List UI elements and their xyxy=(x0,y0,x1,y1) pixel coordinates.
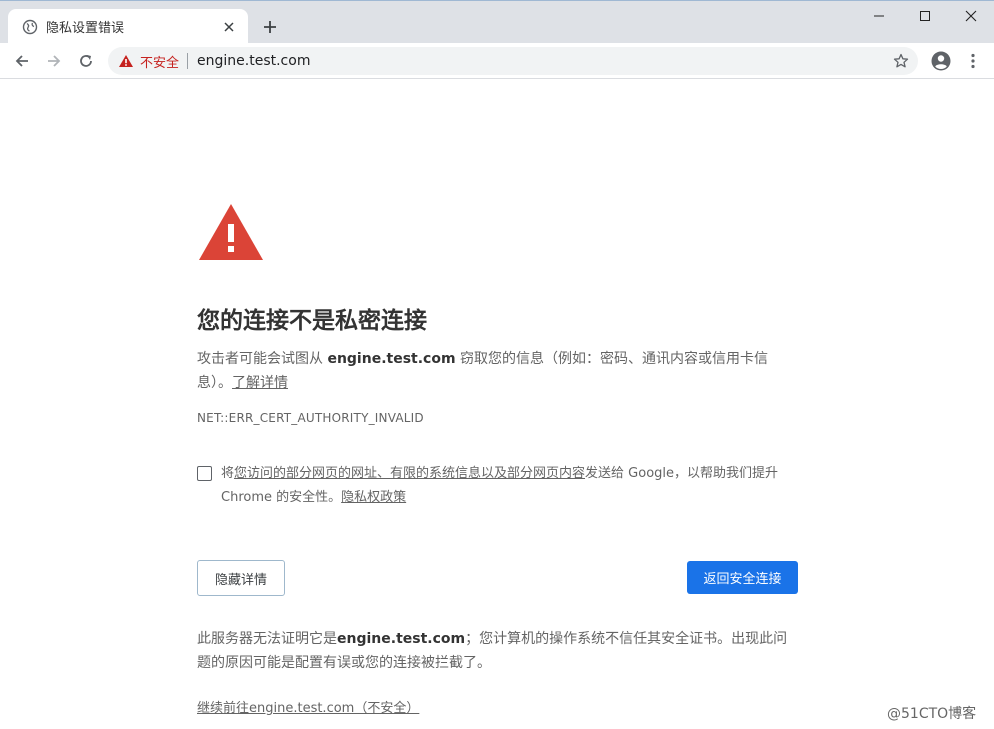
watermark: @51CTO博客 xyxy=(887,706,977,722)
forward-arrow-icon xyxy=(48,55,61,67)
browser-toolbar: 不安全 engine.test.com xyxy=(0,43,994,79)
main-message-host: engine.test.com xyxy=(327,351,456,367)
extended-reporting-checkbox[interactable] xyxy=(197,466,212,481)
main-message-prefix: 攻击者可能会试图从 xyxy=(197,351,328,367)
warning-triangle-icon[interactable] xyxy=(118,53,134,69)
details-host: engine.test.com xyxy=(337,631,466,647)
privacy-policy-link[interactable]: 隐私权政策 xyxy=(341,490,406,505)
tab-active[interactable]: 隐私设置错误 xyxy=(8,9,248,44)
new-tab-button[interactable] xyxy=(258,15,282,39)
reported-data-link[interactable]: 您访问的部分网页的网址、有限的系统信息以及部分网页内容 xyxy=(234,466,585,481)
omnibox-divider xyxy=(187,53,189,69)
proceed-unsafe-link[interactable]: 继续前往engine.test.com（不安全） xyxy=(197,697,419,716)
globe-icon xyxy=(22,19,38,35)
plus-icon xyxy=(264,21,276,33)
page-title: 您的连接不是私密连接 xyxy=(197,308,427,334)
extended-reporting-row: 将您访问的部分网页的网址、有限的系统信息以及部分网页内容发送给 Google，以… xyxy=(197,462,798,510)
close-window-icon[interactable] xyxy=(948,1,994,31)
star-icon[interactable] xyxy=(892,52,910,70)
extended-reporting-text: 将您访问的部分网页的网址、有限的系统信息以及部分网页内容发送给 Google，以… xyxy=(221,462,798,510)
url-text[interactable]: engine.test.com xyxy=(197,53,310,69)
maximize-icon[interactable] xyxy=(902,1,948,31)
tab-title: 隐私设置错误 xyxy=(46,21,125,36)
window-controls xyxy=(856,1,994,31)
learn-more-link[interactable]: 了解详情 xyxy=(232,375,288,391)
main-message: 攻击者可能会试图从 engine.test.com 窃取您的信息（例如：密码、通… xyxy=(197,347,798,395)
kebab-menu-icon[interactable] xyxy=(963,49,983,73)
profile-icon[interactable] xyxy=(929,49,953,73)
minimize-icon[interactable] xyxy=(856,1,902,31)
checkbox-text-prefix: 将 xyxy=(221,466,235,481)
details-prefix: 此服务器无法证明它是 xyxy=(197,631,337,647)
tab-strip: 隐私设置错误 xyxy=(0,0,994,44)
security-status-label[interactable]: 不安全 xyxy=(140,52,179,71)
reload-button[interactable] xyxy=(74,49,98,73)
error-code: NET::ERR_CERT_AUTHORITY_INVALID xyxy=(197,411,424,425)
hide-details-button[interactable]: 隐藏详情 xyxy=(197,560,285,596)
close-icon[interactable] xyxy=(220,18,238,36)
back-arrow-icon xyxy=(15,55,28,67)
reload-icon xyxy=(80,55,92,67)
address-bar[interactable]: 不安全 engine.test.com xyxy=(108,47,918,75)
back-to-safety-button[interactable]: 返回安全连接 xyxy=(687,561,798,594)
warning-triangle-icon xyxy=(197,202,265,262)
forward-button[interactable] xyxy=(42,49,66,73)
back-button[interactable] xyxy=(10,49,34,73)
details-text: 此服务器无法证明它是engine.test.com；您计算机的操作系统不信任其安… xyxy=(197,627,798,675)
